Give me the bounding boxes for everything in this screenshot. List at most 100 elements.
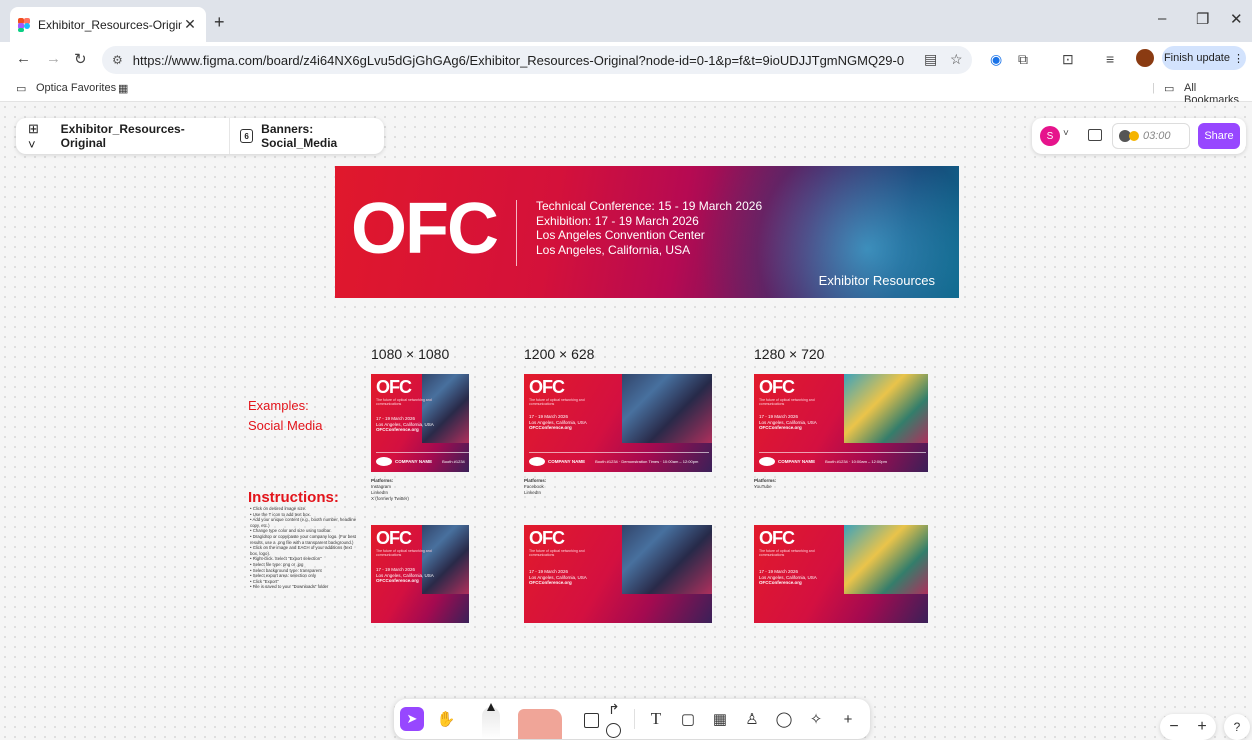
thumb-site: OFCConference.org (529, 425, 572, 430)
template-thumb-1280[interactable]: OFC The future of optical networking and… (754, 525, 928, 623)
template-thumb-1080[interactable]: OFC The future of optical networking and… (371, 525, 469, 623)
profile-avatar[interactable] (1136, 49, 1154, 67)
browser-tab-strip: Exhibitor_Resources-Original – F ✕ + – ❐… (0, 0, 1252, 42)
zoom-controls: − + (1160, 714, 1216, 740)
extension-icon[interactable]: ◉ (990, 51, 1002, 68)
tab-close-icon[interactable]: ✕ (182, 16, 198, 33)
shape-circle-icon[interactable] (606, 723, 621, 738)
thumb-demo-time: 10:00am – 12:00pm (851, 459, 887, 464)
thumb-logo: OFC (529, 377, 565, 397)
thumb-logo: OFC (759, 528, 795, 548)
thumb-info: 17 - 19 March 2026 Los Angeles, Californ… (376, 416, 434, 433)
platform-item: LinkedIn (524, 490, 542, 495)
thumb-info: 17 - 19 March 2026 Los Angeles, Californ… (759, 414, 817, 431)
platforms-title: Platforms: (371, 478, 394, 483)
platforms-1280: Platforms: YouTube (754, 478, 776, 490)
instruction-step: Add your unique content (e.g., booth num… (250, 517, 360, 528)
clipboard-icon[interactable]: ▤ (924, 51, 937, 68)
example-thumb-1280[interactable]: OFC The future of optical networking and… (754, 374, 928, 472)
extensions-puzzle-icon[interactable]: ⧉ (1018, 51, 1028, 68)
bookmark-star-icon[interactable]: ☆ (950, 51, 963, 68)
template-thumb-1200[interactable]: OFC The future of optical networking and… (524, 525, 712, 623)
forward-icon[interactable]: → (46, 50, 61, 67)
select-tool-icon[interactable]: ➤ (400, 707, 424, 731)
reload-icon[interactable]: ↻ (74, 50, 87, 68)
restore-icon[interactable]: ❐ (1196, 10, 1209, 28)
platforms-1200: Platforms: Facebook LinkedIn (524, 478, 546, 496)
finish-update-button[interactable]: Finish update ⋮ (1162, 46, 1246, 70)
thumb-site: OFCConference.org (376, 427, 419, 432)
zoom-in-icon[interactable]: + (1197, 718, 1206, 736)
section-tool-icon[interactable]: ▢ (676, 707, 700, 731)
size-label-1080: 1080 × 1080 (371, 346, 450, 362)
thumb-subline: The future of optical networking and com… (376, 398, 432, 406)
thumb-demo-label: Demonstration Times (621, 459, 660, 464)
thumb-subline: The future of optical networking and com… (376, 549, 432, 557)
stamp-tool-icon[interactable]: ♙ (740, 707, 764, 731)
bookmark-optica-favorites[interactable]: Optica Favorites (36, 82, 116, 94)
main-menu-icon[interactable]: ⊞ ˅ (28, 121, 49, 152)
zoom-out-icon[interactable]: − (1169, 718, 1178, 736)
browser-tab[interactable]: Exhibitor_Resources-Original – F ✕ (10, 7, 206, 42)
ofc-exhibitor-banner[interactable]: OFC Technical Conference: 15 - 19 March … (335, 166, 959, 298)
size-label-1200: 1200 × 628 (524, 346, 595, 362)
thumb-logo: OFC (376, 377, 412, 397)
figjam-canvas[interactable]: ⊞ ˅ Exhibitor_Resources-Original 6 Banne… (0, 102, 1252, 740)
user-avatar[interactable]: S (1040, 126, 1060, 146)
finish-update-label: Finish update (1163, 52, 1230, 64)
chevron-down-icon[interactable]: ˅ (1063, 128, 1069, 139)
file-name[interactable]: Exhibitor_Resources-Original (61, 122, 219, 150)
banner-divider (516, 200, 517, 266)
share-button[interactable]: Share (1198, 123, 1240, 149)
back-icon[interactable]: ← (16, 50, 31, 67)
tab-title: Exhibitor_Resources-Original – F (38, 17, 182, 32)
site-info-icon[interactable]: ⚙ (112, 53, 123, 67)
url-field[interactable]: ⚙ https://www.figma.com/board/z4i64NX6gL… (102, 46, 972, 74)
thumb-tech-image (621, 525, 712, 594)
thumb-site: OFCConference.org (759, 425, 802, 430)
bookmark-folder-icon: ▭ (16, 83, 27, 95)
examples-heading-line: Social Media (248, 418, 323, 433)
shape-square-icon[interactable] (584, 713, 599, 728)
apps-grid-icon[interactable]: ▦ (118, 82, 128, 95)
more-tools-icon[interactable]: + (836, 707, 860, 731)
comment-tool-icon[interactable]: ◯ (772, 707, 796, 731)
size-label-1280: 1280 × 720 (754, 346, 825, 362)
example-thumb-1080[interactable]: OFC The future of optical networking and… (371, 374, 469, 472)
bottom-toolbar: ➤ ✋ ↱ T ▢ ▦ ♙ ◯ ✧ + (394, 699, 870, 739)
page-name[interactable]: Banners: Social_Media (261, 122, 384, 150)
thumb-booth: Booth #1234 (442, 459, 465, 464)
ai-sparkle-icon[interactable]: ✧ (804, 707, 828, 731)
thumb-tech-image (844, 374, 928, 443)
sticky-note-tool-icon[interactable] (518, 709, 562, 739)
collab-bar: S ˅ 03:00 Share (1032, 118, 1246, 154)
window-close-icon[interactable]: ✕ (1230, 10, 1243, 28)
help-icon[interactable]: ? (1224, 714, 1250, 740)
timer-widget[interactable]: 03:00 (1112, 123, 1190, 149)
thumb-site: OFCConference.org (759, 580, 802, 585)
instructions-title: Instructions: (248, 489, 339, 506)
examples-heading-line: Examples: (248, 398, 309, 413)
connector-arrow-icon[interactable]: ↱ (608, 701, 620, 718)
tab-search-icon[interactable]: ⊡ (1062, 51, 1074, 68)
banner-line: Exhibition: 17 - 19 March 2026 (536, 213, 699, 228)
thumb-subline: The future of optical networking and com… (529, 549, 585, 557)
new-tab-button[interactable]: + (214, 12, 225, 33)
thumb-info: 17 - 19 March 2026 Los Angeles, Californ… (529, 414, 587, 431)
banner-line: Technical Conference: 15 - 19 March 2026 (536, 199, 763, 213)
company-logo-icon (376, 457, 392, 466)
thumb-company: COMPANY NAME (395, 459, 433, 464)
reading-list-icon[interactable]: ≡ (1106, 51, 1114, 67)
layout-icon[interactable] (1088, 129, 1102, 141)
thumb-tech-image (844, 525, 928, 594)
example-thumb-1200[interactable]: OFC The future of optical networking and… (524, 374, 712, 472)
marker-tool-icon[interactable] (482, 703, 500, 739)
text-tool-icon[interactable]: T (644, 707, 668, 731)
thumb-subline: The future of optical networking and com… (759, 549, 815, 557)
minimize-icon[interactable]: – (1158, 10, 1166, 27)
timer-emoji-icon (1129, 131, 1139, 141)
address-bar-row: ← → ↻ ⚙ https://www.figma.com/board/z4i6… (0, 42, 1252, 76)
thumb-footer: COMPANY NAME Booth #1234 · Demonstration… (529, 452, 710, 466)
hand-tool-icon[interactable]: ✋ (434, 707, 458, 731)
table-tool-icon[interactable]: ▦ (708, 707, 732, 731)
